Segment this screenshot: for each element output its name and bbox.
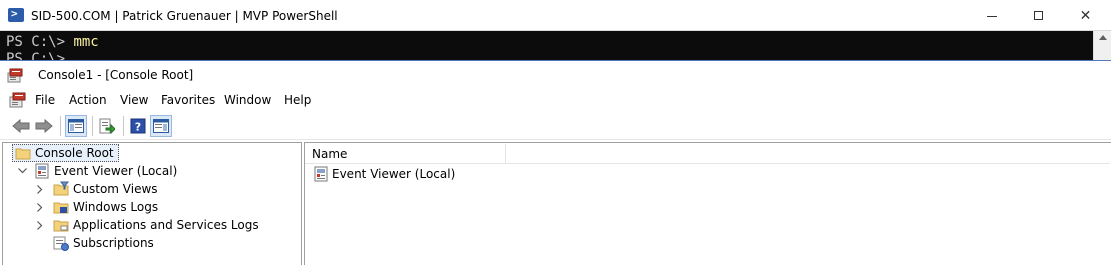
forward-button[interactable] (33, 115, 55, 137)
show-hide-action-pane-button[interactable] (150, 115, 172, 137)
minimize-icon (986, 16, 997, 17)
back-button[interactable] (10, 115, 32, 137)
tree-label-custom-views: Custom Views (73, 182, 158, 196)
mmc-window-title: Console1 - [Console Root] (38, 68, 194, 82)
subscriptions-icon (53, 236, 69, 251)
export-list-button[interactable] (96, 115, 118, 137)
minimize-button[interactable] (968, 0, 1015, 31)
collapse-event-viewer-toggle[interactable] (17, 166, 27, 176)
maximize-button[interactable] (1015, 0, 1062, 31)
show-hide-console-tree-button[interactable] (65, 115, 87, 137)
help-icon: ? (130, 118, 146, 134)
show-hide-console-tree-icon (68, 119, 84, 133)
event-viewer-icon (314, 166, 328, 182)
menu-favorites[interactable]: Favorites (161, 93, 215, 107)
tree-item-custom-views[interactable]: Custom Views (53, 180, 158, 198)
forward-arrow-icon (35, 119, 53, 133)
powershell-icon (8, 7, 24, 22)
folder-icon (53, 220, 69, 232)
toolbar: ? (0, 112, 1111, 140)
console-scrollbar[interactable] (1093, 31, 1111, 60)
tree-label-applications-services-logs: Applications and Services Logs (73, 218, 259, 232)
tree-item-windows-logs[interactable]: Windows Logs (53, 198, 158, 216)
powershell-window-title: SID-500.COM | Patrick Gruenauer | MVP Po… (31, 9, 338, 23)
tree-item-console-root[interactable]: Console Root (12, 144, 119, 162)
export-list-icon (99, 118, 115, 134)
column-header-name[interactable]: Name (305, 144, 506, 164)
list-item-label: Event Viewer (Local) (332, 167, 456, 181)
expand-custom-views-toggle[interactable] (35, 184, 45, 194)
tree-label-event-viewer: Event Viewer (Local) (54, 164, 178, 178)
svg-text:?: ? (135, 121, 141, 134)
powershell-titlebar: SID-500.COM | Patrick Gruenauer | MVP Po… (0, 0, 1111, 31)
event-viewer-icon (35, 163, 49, 179)
close-icon: ✕ (1079, 7, 1092, 24)
folder-logs-icon (53, 202, 69, 214)
mmc-titlebar: Console1 - [Console Root] (0, 60, 1111, 90)
menu-help[interactable]: Help (284, 93, 311, 107)
tree-item-subscriptions[interactable]: Subscriptions (53, 234, 154, 252)
console-prompt: PS C:\> (6, 34, 74, 50)
list-header: Name (305, 144, 1110, 164)
menu-file[interactable]: File (35, 93, 55, 107)
mmc-app-icon (7, 68, 23, 83)
console-tree-pane: Console Root Event Viewer (Local) Custom… (2, 142, 302, 265)
chevron-down-icon (17, 168, 27, 174)
console-command-line: PS C:\> mmc (6, 34, 99, 50)
folder-filter-icon (53, 181, 69, 196)
toolbar-separator (123, 116, 124, 136)
toolbar-separator (92, 116, 93, 136)
close-button[interactable]: ✕ (1062, 0, 1109, 31)
tree-label-console-root: Console Root (35, 146, 114, 160)
expand-windows-logs-toggle[interactable] (35, 202, 45, 212)
chevron-right-icon (37, 184, 43, 194)
show-hide-action-pane-icon (153, 119, 169, 133)
back-arrow-icon (12, 119, 30, 133)
console-next-prompt: PS C:\> (6, 51, 66, 60)
tree-item-event-viewer[interactable]: Event Viewer (Local) (34, 162, 177, 180)
results-pane: Name Event Viewer (Local) (304, 142, 1111, 265)
folder-icon (15, 148, 31, 160)
menu-bar: File Action View Favorites Window Help (0, 90, 1111, 111)
tree-label-subscriptions: Subscriptions (73, 236, 154, 250)
menu-view[interactable]: View (120, 93, 148, 107)
console-document-icon[interactable] (9, 92, 26, 108)
menu-window[interactable]: Window (224, 93, 271, 107)
powershell-console[interactable]: PS C:\> mmc PS C:\> (0, 31, 1093, 60)
list-item[interactable]: Event Viewer (Local) (313, 165, 455, 183)
scroll-up-icon[interactable] (1099, 35, 1107, 40)
tree-label-windows-logs: Windows Logs (73, 200, 159, 214)
chevron-right-icon (37, 202, 43, 212)
maximize-icon (1034, 11, 1043, 20)
tree-item-applications-services-logs[interactable]: Applications and Services Logs (53, 216, 259, 234)
menu-action[interactable]: Action (69, 93, 107, 107)
toolbar-separator (60, 116, 61, 136)
chevron-right-icon (37, 220, 43, 230)
expand-applications-logs-toggle[interactable] (35, 220, 45, 230)
console-command: mmc (73, 34, 99, 50)
help-button[interactable]: ? (127, 115, 149, 137)
